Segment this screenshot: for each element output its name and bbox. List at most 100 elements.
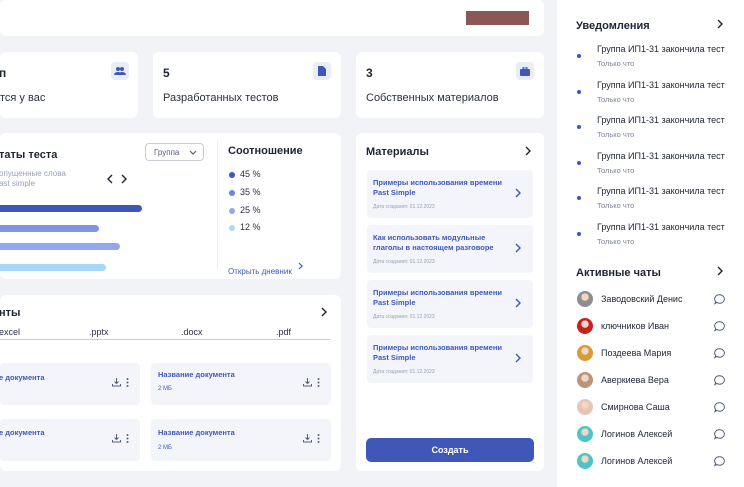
chevron-right-icon[interactable] — [321, 307, 327, 317]
avatar — [577, 372, 593, 388]
chevron-right-icon[interactable] — [717, 266, 723, 276]
download-icon[interactable] — [112, 434, 121, 443]
document-item[interactable]: е документа — [0, 363, 140, 405]
document-size: 2 МБ — [158, 386, 172, 392]
message-icon[interactable] — [714, 375, 725, 386]
more-icon[interactable] — [317, 378, 320, 387]
notification-text: Группа ИП1-31 закончила тест — [597, 115, 725, 125]
material-date: Дата создания: 01.12.2023 — [373, 204, 435, 210]
notification-time: Только что — [597, 165, 635, 175]
top-color-block — [466, 11, 529, 25]
legend-label: 25 % — [240, 205, 261, 215]
documents-title: нты — [0, 307, 21, 319]
message-icon[interactable] — [714, 348, 725, 359]
doc-tab-excel[interactable]: excel — [0, 327, 20, 337]
chat-name: Заводовский Денис — [601, 294, 683, 304]
message-icon[interactable] — [714, 294, 725, 305]
document-name: е документа — [0, 428, 45, 437]
notification-item[interactable]: Группа ИП1-31 закончила тест Только что — [570, 80, 740, 112]
chat-item[interactable]: Заводовский Денис — [576, 291, 731, 309]
avatar — [577, 291, 593, 307]
results-subtitle: опущенные слова — [0, 169, 66, 178]
chat-item[interactable]: Аверкиева Вера — [576, 372, 731, 390]
material-title: Примеры использования времени Past Simpl… — [373, 178, 502, 197]
chat-item[interactable]: ключников Иван — [576, 318, 731, 336]
stat-label: Разработанных тестов — [163, 92, 279, 104]
unread-dot — [577, 231, 581, 236]
legend-dot — [229, 225, 235, 231]
material-item[interactable]: Примеры использования времени Past Simpl… — [367, 170, 533, 218]
next-arrow-icon[interactable] — [121, 174, 127, 184]
notification-text: Группа ИП1-31 закончила тест — [597, 221, 725, 232]
document-item[interactable]: е документа — [0, 419, 140, 461]
notification-item[interactable]: Группа ИП1-31 закончила тест Только что — [570, 222, 740, 254]
chat-item[interactable]: Смирнова Саша — [576, 399, 731, 417]
document-name: Название документа — [158, 370, 235, 379]
notification-item[interactable]: Группа ИП1-31 закончила тест Только что — [570, 186, 740, 218]
chat-item[interactable]: Логинов Алексей — [576, 426, 731, 444]
more-icon[interactable] — [317, 434, 320, 443]
document-item[interactable]: Название документа 2 МБ — [151, 363, 331, 405]
chat-item[interactable]: Поздеева Мария — [576, 345, 731, 363]
material-item[interactable]: Примеры использования времени Past Simpl… — [367, 280, 533, 328]
document-name: Название документа — [158, 428, 235, 437]
chevron-right-icon — [515, 188, 521, 198]
download-icon[interactable] — [303, 378, 312, 387]
legend-dot — [229, 172, 235, 178]
group-select-value: Группа — [154, 148, 180, 157]
unread-dot — [577, 196, 581, 200]
doc-tab-pptx[interactable]: .pptx — [89, 327, 109, 337]
document-name: е документа — [0, 373, 45, 382]
prev-arrow-icon[interactable] — [107, 174, 113, 184]
message-icon[interactable] — [714, 321, 725, 332]
document-item[interactable]: Название документа 2 МБ — [151, 419, 331, 461]
avatar — [577, 426, 593, 442]
result-bar — [0, 264, 106, 271]
documents-card: нты excel .pptx .docx .pdf е документа Н… — [0, 295, 341, 471]
download-icon[interactable] — [112, 378, 121, 387]
message-icon[interactable] — [714, 402, 725, 413]
notification-time: Только что — [597, 94, 635, 104]
notification-item[interactable]: Группа ИП1-31 закончила тест Только что — [570, 44, 740, 76]
material-item[interactable]: Как использовать модульные глаголы в нас… — [367, 225, 533, 273]
doc-tab-pdf[interactable]: .pdf — [276, 327, 291, 337]
group-select[interactable]: Группа — [145, 143, 204, 161]
stat-card-groups: п тся у вас — [0, 52, 138, 118]
notification-item[interactable]: Группа ИП1-31 закончила тест Только что — [570, 151, 740, 183]
result-bar — [0, 205, 142, 212]
chevron-right-icon — [515, 353, 521, 363]
material-date: Дата создания: 01.12.2023 — [373, 369, 435, 375]
header-card — [0, 0, 544, 36]
notification-text: Группа ИП1-31 закончила тест — [597, 150, 725, 161]
ratio-title: Соотношение — [228, 145, 303, 157]
doc-tab-docx[interactable]: .docx — [181, 327, 203, 337]
notification-item[interactable]: Группа ИП1-31 закончила тест Только что — [570, 115, 740, 147]
notification-time: Только что — [597, 236, 635, 246]
chevron-right-icon[interactable] — [525, 146, 531, 156]
open-diary-link[interactable]: Открыть дневник — [228, 261, 303, 279]
more-icon[interactable] — [126, 378, 129, 387]
message-icon[interactable] — [714, 456, 725, 467]
results-subtitle-2: ast simple — [0, 179, 36, 188]
legend-label: 12 % — [240, 222, 261, 232]
notifications-title: Уведомления — [576, 20, 650, 32]
more-icon[interactable] — [126, 434, 129, 443]
open-diary-label: Открыть дневник — [228, 267, 292, 276]
message-icon[interactable] — [714, 429, 725, 440]
legend-label: 35 % — [240, 187, 261, 197]
unread-dot — [577, 125, 581, 129]
chats-title: Активные чаты — [576, 267, 661, 279]
stat-label: Собственных материалов — [366, 92, 499, 104]
stat-number: 5 — [163, 66, 170, 80]
result-bar — [0, 243, 120, 250]
notification-text: Группа ИП1-31 закончила тест — [597, 44, 725, 54]
chevron-right-icon[interactable] — [717, 19, 723, 29]
stat-label: тся у вас — [0, 92, 46, 104]
notification-time: Только что — [597, 59, 635, 68]
download-icon[interactable] — [303, 434, 312, 443]
create-button[interactable]: Создать — [366, 438, 534, 462]
material-item[interactable]: Примеры использования времени Past Simpl… — [367, 335, 533, 383]
users-icon — [111, 62, 129, 80]
chat-item[interactable]: Логинов Алексей — [576, 453, 731, 471]
vertical-divider — [217, 141, 218, 269]
